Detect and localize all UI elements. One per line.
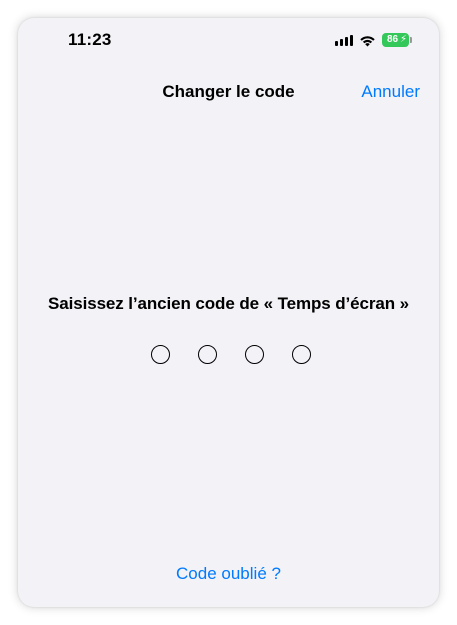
passcode-dot xyxy=(151,345,170,364)
battery-level: 86 xyxy=(386,34,399,45)
cancel-button[interactable]: Annuler xyxy=(361,82,420,102)
passcode-dot xyxy=(292,345,311,364)
battery-icon: 86 ⚡ xyxy=(382,33,412,47)
device-screen: 11:23 86 ⚡ Changer le code Annuler Saisi… xyxy=(18,18,439,607)
nav-bar: Changer le code Annuler xyxy=(18,74,439,110)
passcode-prompt: Saisissez l’ancien code de « Temps d’écr… xyxy=(48,294,409,313)
status-time: 11:23 xyxy=(68,30,112,49)
passcode-dot xyxy=(198,345,217,364)
passcode-dots[interactable] xyxy=(151,345,311,367)
status-bar: 11:23 86 ⚡ xyxy=(18,18,439,64)
forgot-passcode-link[interactable]: Code oublié ? xyxy=(18,564,439,584)
signal-icon xyxy=(335,34,353,46)
passcode-dot xyxy=(245,345,264,364)
status-icons: 86 ⚡ xyxy=(335,32,412,48)
charging-bolt-icon: ⚡ xyxy=(399,34,407,45)
wifi-icon xyxy=(360,35,375,46)
